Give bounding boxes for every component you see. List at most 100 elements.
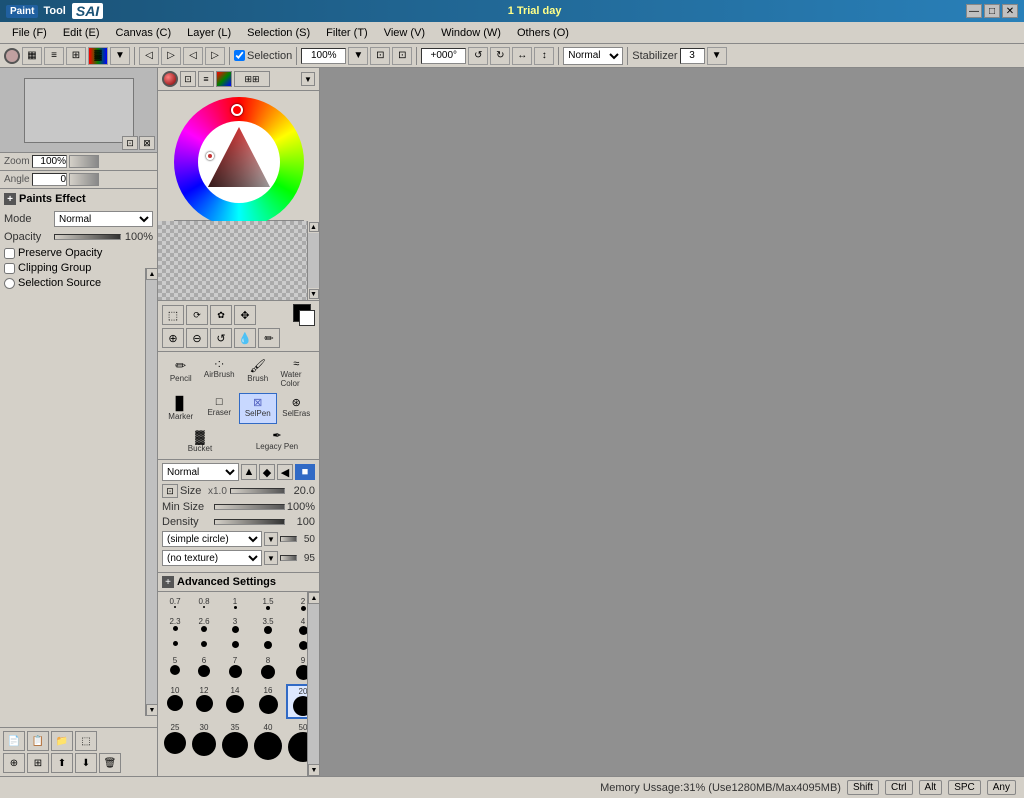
size-25[interactable]: 25 [162,721,188,764]
tool-marker[interactable]: ▊ Marker [162,393,200,424]
size-16[interactable]: 16 [252,684,284,719]
tool-selpen[interactable]: ⊠ SelPen [239,393,277,424]
menu-selection[interactable]: Selection (S) [239,25,318,41]
tool-lasso[interactable]: ⟳ [186,305,208,325]
tool-eraser[interactable]: □ Eraser [201,393,239,424]
texture-slider[interactable] [280,555,297,561]
mode-select[interactable]: Normal [54,211,153,227]
zoom-input[interactable] [301,48,346,64]
maximize-button[interactable]: □ [984,4,1000,18]
blend-mode-select[interactable]: Normal [563,47,623,65]
layer-btn-move-up[interactable]: ⬆ [51,753,73,773]
tool-magic-select[interactable]: ✿ [210,305,232,325]
size-5[interactable]: 5 [162,654,188,682]
brush-mode-select[interactable]: Normal [162,463,239,481]
tool-legacy-pen[interactable]: ✒ Legacy Pen [239,426,315,456]
minimize-button[interactable]: — [966,4,982,18]
tool-airbrush[interactable]: ·:· AirBrush [201,355,239,391]
tool-seleras[interactable]: ⊛ SelEras [278,393,316,424]
layer-btn-new[interactable]: 📄 [3,731,25,751]
canvas-area[interactable] [320,68,1024,776]
tool-bucket[interactable]: ▓ Bucket [162,426,238,456]
tool-move[interactable]: ✥ [234,305,256,325]
canvas-surface[interactable] [320,68,1024,776]
density-slider[interactable] [214,519,285,525]
nav-btn4[interactable]: ▷ [205,47,225,65]
color-circle-btn[interactable] [4,48,20,64]
layer-btn-trash[interactable]: 🗑 [99,753,121,773]
layer-btn-merge[interactable]: ⊕ [3,753,25,773]
color-ring[interactable] [174,97,304,227]
mid-scroll-down[interactable]: ▼ [308,764,319,776]
menu-others[interactable]: Others (O) [509,25,577,41]
zoom-slider[interactable] [69,155,99,168]
clipping-group-checkbox[interactable] [4,263,15,274]
size-6[interactable]: 6 [190,654,218,682]
color-dropdown-btn[interactable]: ▼ [110,47,130,65]
size-35[interactable]: 35 [220,721,250,764]
paints-effect-expand[interactable]: + [4,193,16,205]
rot-btn3[interactable]: ↔ [512,47,532,65]
stabilizer-input[interactable] [680,48,705,64]
tool-brush[interactable]: 🖌 Brush [239,355,277,391]
color-palette-btn[interactable]: ⊞⊞ [234,71,270,87]
close-button[interactable]: ✕ [1002,4,1018,18]
size-8[interactable]: 8 [252,654,284,682]
size-7[interactable]: 7 [220,654,250,682]
color-wheel-area[interactable] [174,97,304,180]
zoom-fit2[interactable]: ⊡ [392,47,412,65]
menu-canvas[interactable]: Canvas (C) [108,25,180,41]
color-triangle-inner[interactable] [198,121,280,203]
size-2.6[interactable]: 2.6 [190,615,218,637]
zoom-value-input[interactable] [32,155,67,168]
nav-btn2[interactable]: ▷ [161,47,181,65]
nav-btn3[interactable]: ◁ [183,47,203,65]
size-1[interactable]: 1 [220,595,250,613]
hue-marker[interactable] [231,104,243,116]
mid-scrollbar[interactable]: ▲ ▼ [307,592,319,776]
rotation-input[interactable] [421,48,466,64]
size-slider[interactable] [230,488,285,494]
preserve-opacity-checkbox[interactable] [4,248,15,259]
size-0.8[interactable]: 0.8 [190,595,218,613]
nav-btn1[interactable]: ◁ [139,47,159,65]
zoom-fit1[interactable]: ⊡ [370,47,390,65]
size-10[interactable]: 10 [162,684,188,719]
size-12[interactable]: 12 [190,684,218,719]
size-5-dot[interactable] [162,639,188,652]
fg-bg-colors[interactable] [293,304,315,326]
tool-rotate[interactable]: ↺ [210,328,232,348]
any-key-badge[interactable]: Any [987,780,1016,795]
menu-file[interactable]: File (F) [4,25,55,41]
rot-btn2[interactable]: ↻ [490,47,510,65]
size-7-dot[interactable] [220,639,250,652]
color-palette-btn[interactable]: ⊞ [66,47,86,65]
shape-triangle1[interactable]: ▲ [241,464,257,480]
stabilizer-dropdown[interactable]: ▼ [707,47,727,65]
size-40[interactable]: 40 [252,721,284,764]
angle-value-input[interactable] [32,173,67,186]
scroll-up-arrow[interactable]: ▲ [146,268,158,280]
circle-type-select[interactable]: (simple circle) [162,531,262,547]
selection-source-radio[interactable] [4,278,15,289]
shift-key-badge[interactable]: Shift [847,780,879,795]
spc-key-badge[interactable]: SPC [948,780,981,795]
shape-triangle3[interactable]: ◀ [277,464,293,480]
size-0.7[interactable]: 0.7 [162,595,188,613]
circle-dropdown-btn[interactable]: ▼ [264,532,278,546]
layer-btn-move-down[interactable]: ⬇ [75,753,97,773]
tool-rect-select[interactable]: ⬚ [162,305,184,325]
thumb-btn2[interactable]: ⊠ [139,136,155,150]
tool-pencil[interactable]: ✏ Pencil [162,355,200,391]
color-sat-btn[interactable]: ≡ [198,71,214,87]
color-dropdown-arrow[interactable]: ▼ [301,72,315,86]
menu-view[interactable]: View (V) [376,25,433,41]
layer-btn-copy[interactable]: 📋 [27,731,49,751]
size-1.5[interactable]: 1.5 [252,595,284,613]
size-2.3[interactable]: 2.3 [162,615,188,637]
color-rgb-btn[interactable]: ▓ [88,47,108,65]
thumb-btn1[interactable]: ⊡ [122,136,138,150]
layer-btn-flatten[interactable]: ⊞ [27,753,49,773]
shape-triangle2[interactable]: ◆ [259,464,275,480]
left-scrollbar[interactable]: ▲ ▼ [145,268,157,716]
